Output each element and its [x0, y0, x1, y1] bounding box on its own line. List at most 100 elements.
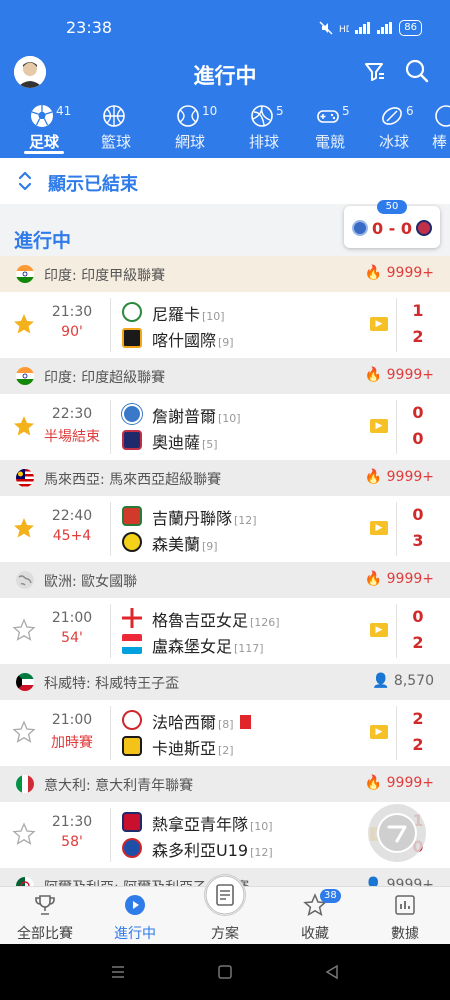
- section-title: 進行中: [14, 230, 72, 252]
- kuwait-flag-icon: [16, 673, 34, 691]
- match-row[interactable]: 21:30 90' 尼羅卡 [10] 喀什國際 [9] ▶ 1 2: [0, 292, 450, 358]
- team-rank: [126]: [250, 616, 280, 629]
- document-icon: [205, 875, 245, 915]
- play-circle-icon: [125, 895, 145, 915]
- viewer-count: 👤 8,570: [372, 673, 434, 689]
- tab-count: 41: [56, 104, 72, 118]
- team-crest-icon: [122, 302, 142, 322]
- tab-esports[interactable]: 5 電競: [294, 100, 366, 158]
- away-score: 2: [412, 735, 424, 754]
- favorite-star-outline-icon[interactable]: [12, 618, 36, 642]
- nav-label: 收藏: [301, 926, 329, 942]
- live-score-widget[interactable]: 50 0 - 0: [344, 200, 440, 248]
- menu-icon[interactable]: [110, 964, 126, 980]
- divider: [110, 808, 111, 862]
- soccer-ball-icon: [31, 105, 53, 127]
- favorite-star-outline-icon[interactable]: [12, 720, 36, 744]
- favorites-badge: 38: [320, 889, 341, 903]
- tab-count: 5: [276, 104, 284, 118]
- team-name: 熱拿亞青年隊: [152, 815, 249, 834]
- team-crest-icon: [122, 710, 142, 730]
- tab-label: 排球: [248, 133, 279, 151]
- team-name: 森多利亞U19: [152, 841, 249, 860]
- league-header[interactable]: 馬來西亞: 馬來西亞超級聯賽 🔥 9999+: [0, 460, 450, 496]
- favorite-star-icon[interactable]: [12, 516, 36, 540]
- red-card-icon: [239, 715, 251, 729]
- live-stream-icon[interactable]: ▶: [370, 623, 388, 637]
- tab-volleyball[interactable]: 5 排球: [228, 100, 300, 158]
- favorite-star-icon[interactable]: [12, 414, 36, 438]
- match-time: 22:30: [51, 406, 93, 422]
- plans-icon-button[interactable]: [204, 874, 246, 916]
- tab-soccer[interactable]: 41 足球: [8, 100, 80, 158]
- live-stream-icon[interactable]: ▶: [370, 725, 388, 739]
- match-time: 21:00: [51, 712, 93, 728]
- tab-baseball[interactable]: 棒: [420, 100, 450, 158]
- heat-count: 🔥 9999+: [364, 367, 434, 383]
- team-name: 奧迪薩: [152, 433, 201, 452]
- live-stream-icon[interactable]: ▶: [370, 521, 388, 535]
- battery-indicator: 86: [399, 20, 422, 36]
- home-icon[interactable]: [217, 964, 233, 980]
- league-header[interactable]: 印度: 印度超級聯賽 🔥 9999+: [0, 358, 450, 394]
- live-stream-icon[interactable]: ▶: [370, 317, 388, 331]
- divider: [110, 400, 111, 454]
- home-score: 0: [412, 403, 424, 422]
- match-row[interactable]: 22:40 45+4 吉蘭丹聯隊 [12] 森美蘭 [9] ▶ 0 3: [0, 496, 450, 562]
- league-header[interactable]: 科威特: 科威特王子盃 👤 8,570: [0, 664, 450, 700]
- league-name: 印度: 印度超級聯賽: [44, 370, 166, 386]
- tab-label: 網球: [174, 133, 205, 151]
- match-status: 90': [61, 324, 83, 340]
- nav-label: 進行中: [114, 926, 156, 942]
- away-score: 2: [412, 327, 424, 346]
- nav-label: 全部比賽: [17, 926, 73, 942]
- tab-label: 足球: [28, 133, 59, 151]
- trophy-icon: [35, 895, 55, 915]
- away-score: 2: [412, 633, 424, 652]
- team-rank: [12]: [250, 846, 273, 859]
- nav-live[interactable]: 進行中: [90, 887, 180, 945]
- match-row[interactable]: 21:00 加時賽 法哈西爾 [8] 卡迪斯亞 [2] ▶ 2 2: [0, 700, 450, 766]
- heat-value: 8,570: [393, 673, 434, 689]
- back-icon[interactable]: [324, 964, 340, 980]
- favorite-star-outline-icon[interactable]: [12, 822, 36, 846]
- league-header[interactable]: 歐洲: 歐女國聯 🔥 9999+: [0, 562, 450, 598]
- team-crest-icon: [122, 328, 142, 348]
- league-name: 意大利: 意大利青年聯賽: [44, 778, 194, 794]
- europe-globe-icon: [16, 571, 34, 589]
- home-score: 0: [412, 505, 424, 524]
- team-rank: [10]: [250, 820, 273, 833]
- team-crest-icon: [122, 430, 142, 450]
- nav-data[interactable]: 數據: [360, 887, 450, 945]
- team-crest-icon: [122, 812, 142, 832]
- live-stream-icon[interactable]: ▶: [370, 419, 388, 433]
- search-icon[interactable]: [404, 58, 430, 84]
- nav-all-matches[interactable]: 全部比賽: [0, 887, 90, 945]
- divider: [110, 298, 111, 352]
- team-crest-icon: [122, 404, 142, 424]
- signal-icon-2: [377, 22, 393, 34]
- league-header[interactable]: 意大利: 意大利青年聯賽 🔥 9999+: [0, 766, 450, 802]
- divider: [396, 400, 397, 454]
- floating-action-button[interactable]: [368, 804, 426, 862]
- favorite-star-icon[interactable]: [12, 312, 36, 336]
- tab-tennis[interactable]: 10 網球: [154, 100, 226, 158]
- team-rank: [9]: [202, 540, 218, 553]
- gamepad-icon: [317, 110, 339, 123]
- team-name: 吉蘭丹聯隊: [152, 509, 233, 528]
- team-crest-icon: [122, 736, 142, 756]
- luxembourg-flag-icon: [122, 634, 142, 654]
- nav-favorites[interactable]: 38 收藏: [270, 887, 360, 945]
- team-crest-icon: [122, 532, 142, 552]
- volleyball-icon: [251, 105, 273, 127]
- match-row[interactable]: 21:00 54' 格魯吉亞女足 [126] 盧森堡女足 [117] ▶ 0 2: [0, 598, 450, 664]
- league-header[interactable]: 印度: 印度甲級聯賽 🔥 9999+: [0, 256, 450, 292]
- team-rank: [9]: [218, 336, 234, 349]
- nav-label: 方案: [211, 926, 239, 942]
- filter-icon[interactable]: [363, 60, 387, 84]
- league-name: 歐洲: 歐女國聯: [44, 574, 138, 590]
- tab-basketball[interactable]: 籃球: [80, 100, 152, 158]
- show-finished-toggle[interactable]: 顯示已結束: [0, 158, 450, 204]
- active-tab-indicator: [24, 151, 64, 154]
- match-row[interactable]: 22:30 半場結束 詹謝普爾 [10] 奧迪薩 [5] ▶ 0 0: [0, 394, 450, 460]
